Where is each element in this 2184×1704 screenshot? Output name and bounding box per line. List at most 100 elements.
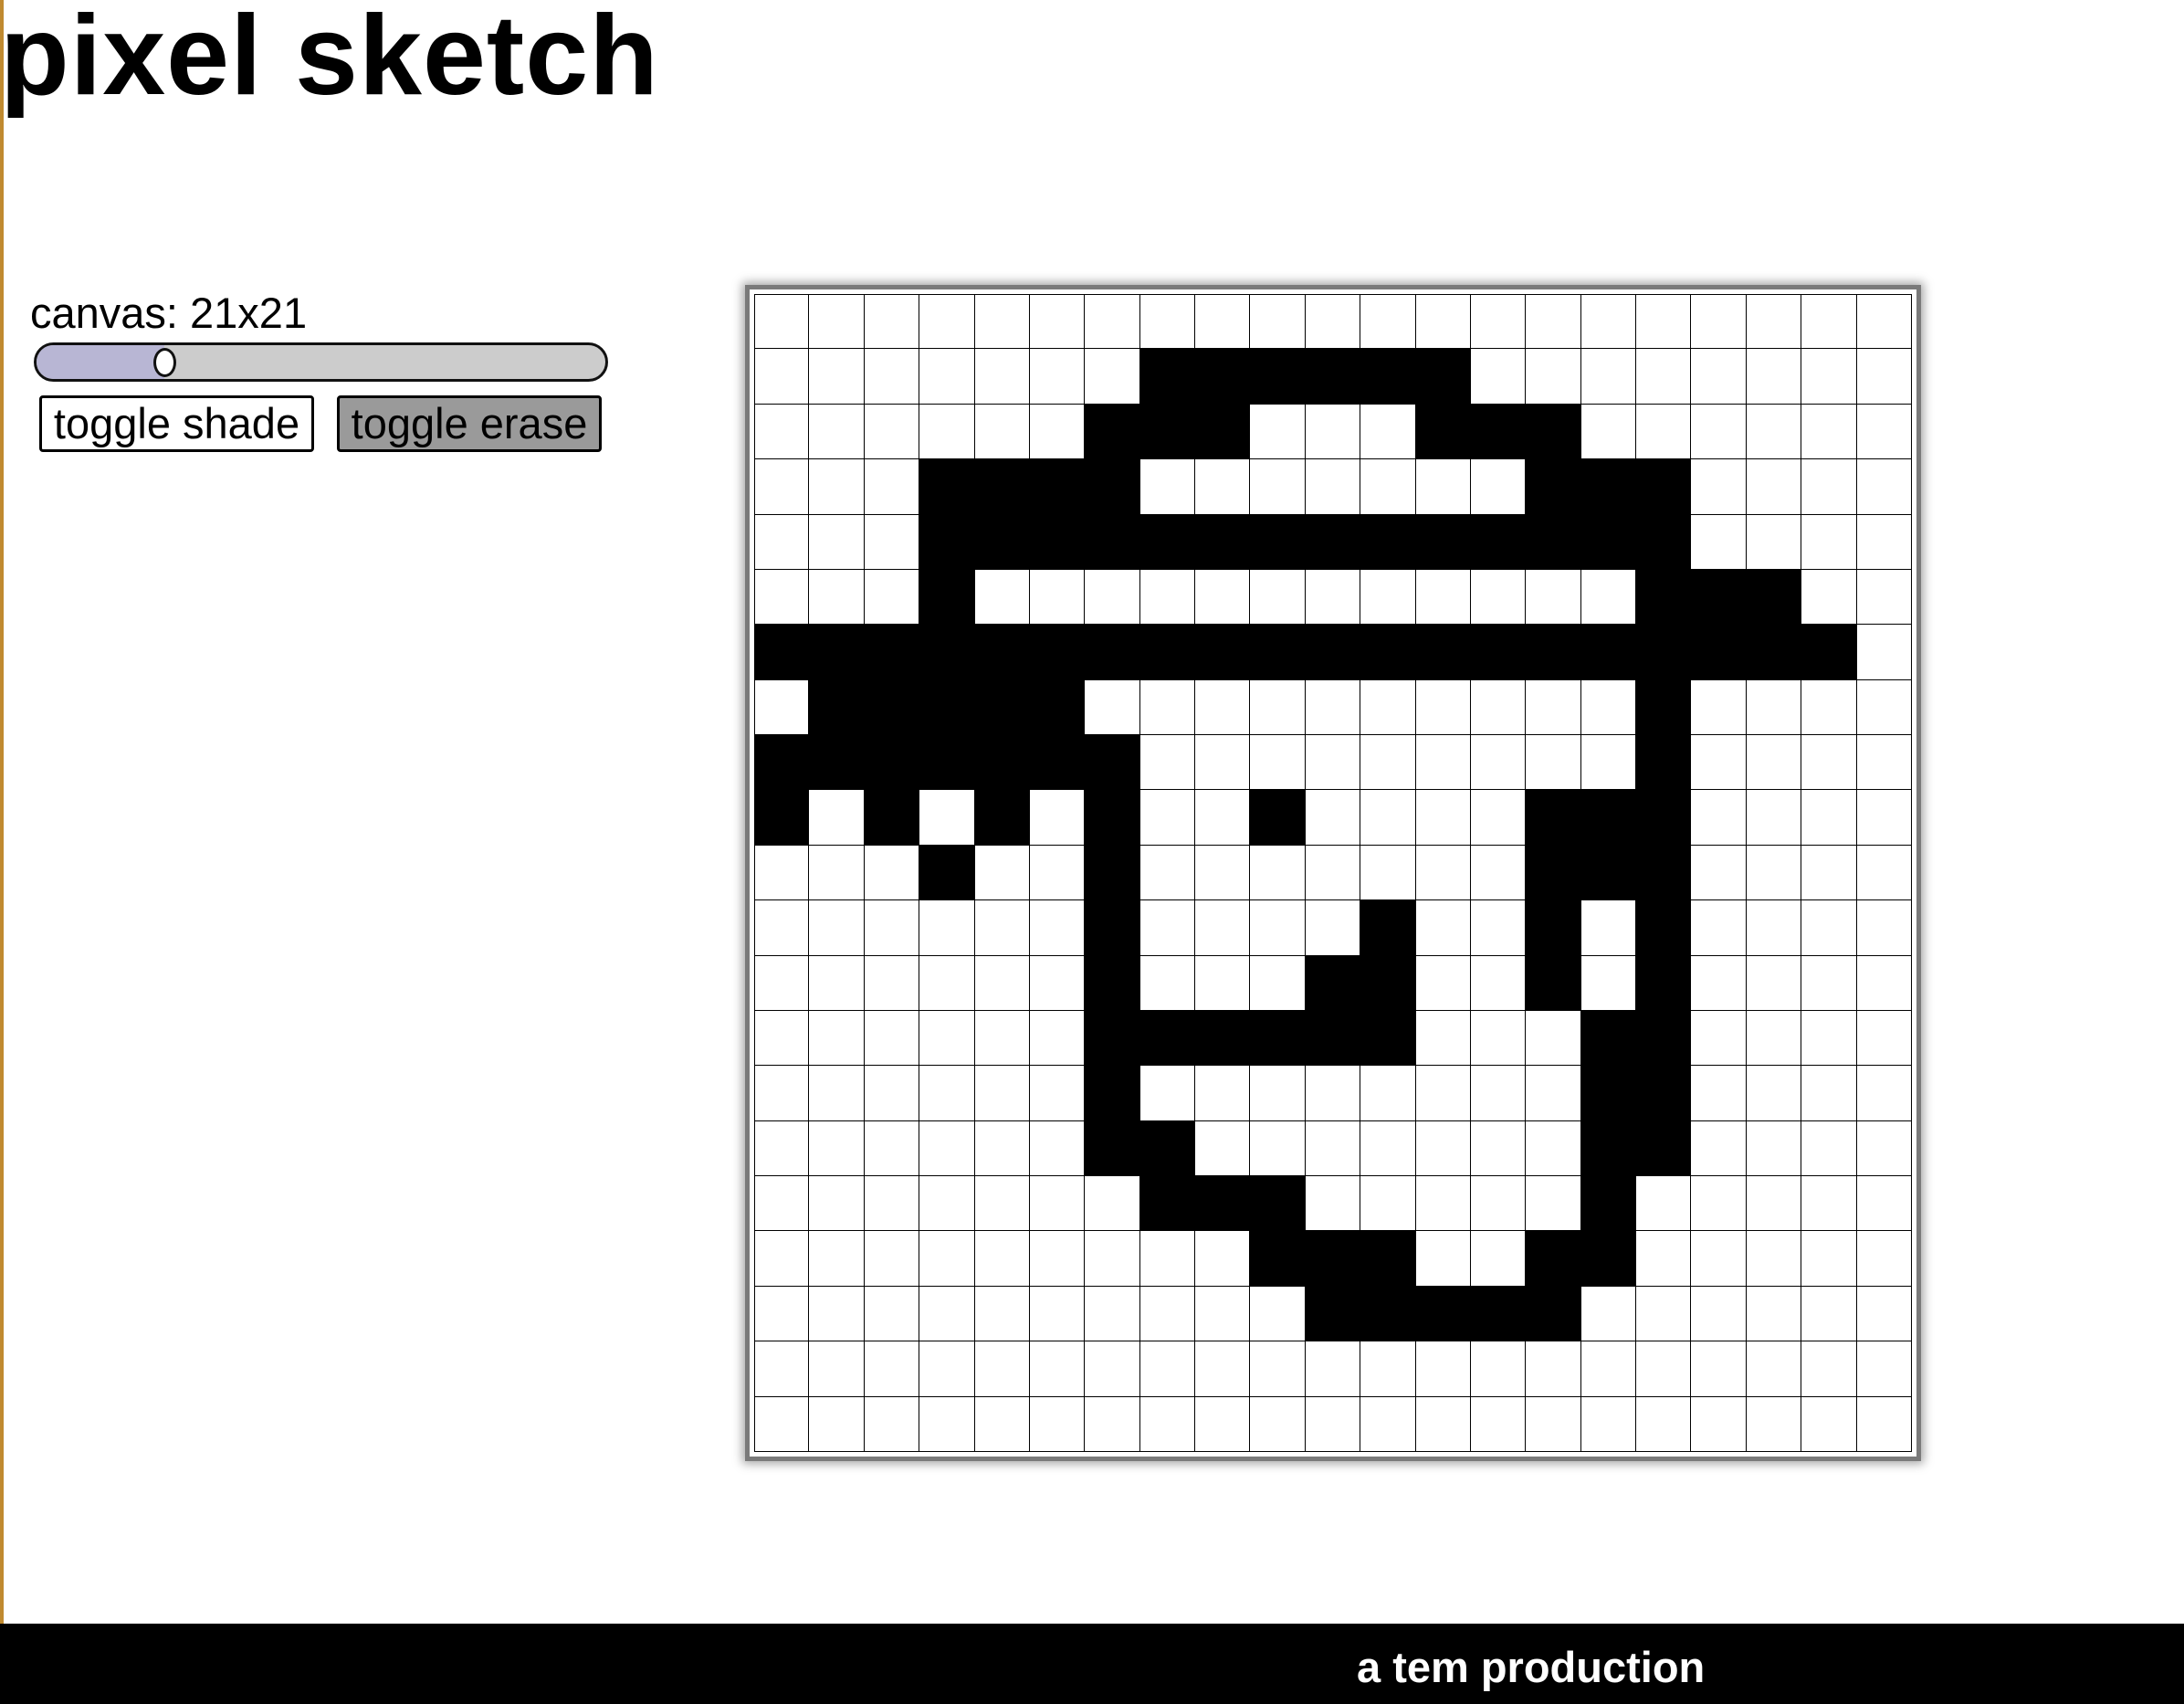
pixel-cell[interactable] [919, 735, 975, 791]
pixel-cell[interactable] [864, 1286, 920, 1342]
pixel-cell[interactable] [1305, 294, 1361, 350]
pixel-cell[interactable] [974, 1396, 1030, 1452]
pixel-cell[interactable] [1526, 1120, 1581, 1177]
pixel-cell[interactable] [1360, 294, 1416, 350]
pixel-cell[interactable] [1250, 735, 1306, 791]
pixel-cell[interactable] [864, 349, 920, 405]
pixel-cell[interactable] [1526, 1010, 1581, 1067]
pixel-cell[interactable] [754, 294, 810, 350]
pixel-cell[interactable] [864, 569, 920, 626]
pixel-cell[interactable] [1470, 514, 1527, 570]
pixel-cell[interactable] [1360, 1066, 1416, 1121]
pixel-cell[interactable] [1029, 1120, 1086, 1177]
pixel-cell[interactable] [1580, 294, 1637, 350]
pixel-cell[interactable] [1250, 1396, 1306, 1452]
pixel-cell[interactable] [1526, 349, 1581, 405]
pixel-cell[interactable] [1415, 735, 1471, 791]
pixel-cell[interactable] [974, 625, 1030, 680]
pixel-cell[interactable] [1470, 294, 1527, 350]
pixel-cell[interactable] [919, 294, 975, 350]
pixel-cell[interactable] [1470, 955, 1527, 1011]
pixel-cell[interactable] [1580, 735, 1637, 791]
pixel-cell[interactable] [974, 955, 1030, 1011]
pixel-cell[interactable] [1139, 1066, 1196, 1121]
pixel-cell[interactable] [1746, 1286, 1802, 1342]
pixel-cell[interactable] [1195, 955, 1251, 1011]
pixel-cell[interactable] [1029, 514, 1086, 570]
pixel-cell[interactable] [809, 845, 865, 901]
pixel-cell[interactable] [1801, 1066, 1857, 1121]
pixel-cell[interactable] [809, 1120, 865, 1177]
pixel-cell[interactable] [1085, 1396, 1140, 1452]
pixel-cell[interactable] [864, 845, 920, 901]
pixel-cell[interactable] [1415, 1066, 1471, 1121]
pixel-cell[interactable] [1856, 1231, 1912, 1287]
pixel-cell[interactable] [1801, 1341, 1857, 1397]
pixel-cell[interactable] [1746, 1010, 1802, 1067]
pixel-cell[interactable] [1691, 625, 1747, 680]
pixel-cell[interactable] [919, 900, 975, 956]
pixel-cell[interactable] [1746, 1231, 1802, 1287]
pixel-cell[interactable] [1415, 459, 1471, 515]
pixel-cell[interactable] [1526, 514, 1581, 570]
pixel-cell[interactable] [1305, 1231, 1361, 1287]
pixel-cell[interactable] [1580, 459, 1637, 515]
pixel-cell[interactable] [919, 955, 975, 1011]
pixel-cell[interactable] [1746, 955, 1802, 1011]
pixel-cell[interactable] [1801, 679, 1857, 736]
pixel-cell[interactable] [1250, 459, 1306, 515]
pixel-cell[interactable] [1415, 625, 1471, 680]
pixel-cell[interactable] [1139, 955, 1196, 1011]
pixel-cell[interactable] [1029, 1231, 1086, 1287]
pixel-cell[interactable] [974, 349, 1030, 405]
pixel-cell[interactable] [1305, 845, 1361, 901]
pixel-cell[interactable] [919, 679, 975, 736]
pixel-cell[interactable] [1580, 1396, 1637, 1452]
pixel-cell[interactable] [1526, 679, 1581, 736]
pixel-cell[interactable] [974, 845, 1030, 901]
pixel-cell[interactable] [1580, 1176, 1637, 1232]
pixel-cell[interactable] [754, 1066, 810, 1121]
pixel-cell[interactable] [1195, 459, 1251, 515]
pixel-cell[interactable] [1415, 514, 1471, 570]
pixel-cell[interactable] [1085, 845, 1140, 901]
pixel-cell[interactable] [1139, 1176, 1196, 1232]
pixel-cell[interactable] [1526, 1341, 1581, 1397]
pixel-cell[interactable] [1415, 955, 1471, 1011]
pixel-cell[interactable] [1801, 845, 1857, 901]
pixel-cell[interactable] [1746, 1176, 1802, 1232]
pixel-cell[interactable] [1470, 679, 1527, 736]
pixel-cell[interactable] [1691, 349, 1747, 405]
pixel-cell[interactable] [1691, 845, 1747, 901]
pixel-cell[interactable] [1250, 1120, 1306, 1177]
pixel-cell[interactable] [1856, 514, 1912, 570]
pixel-cell[interactable] [919, 845, 975, 901]
pixel-cell[interactable] [1139, 1341, 1196, 1397]
pixel-cell[interactable] [1746, 735, 1802, 791]
pixel-cell[interactable] [1250, 679, 1306, 736]
pixel-cell[interactable] [1360, 514, 1416, 570]
pixel-cell[interactable] [864, 735, 920, 791]
pixel-cell[interactable] [1139, 735, 1196, 791]
pixel-cell[interactable] [919, 1010, 975, 1067]
pixel-cell[interactable] [1195, 790, 1251, 846]
pixel-cell[interactable] [1139, 569, 1196, 626]
pixel-cell[interactable] [1195, 294, 1251, 350]
pixel-cell[interactable] [754, 845, 810, 901]
pixel-cell[interactable] [1415, 900, 1471, 956]
pixel-cell[interactable] [1305, 459, 1361, 515]
pixel-cell[interactable] [1139, 1396, 1196, 1452]
pixel-cell[interactable] [1746, 404, 1802, 460]
pixel-cell[interactable] [754, 1120, 810, 1177]
pixel-cell[interactable] [1801, 294, 1857, 350]
pixel-cell[interactable] [974, 790, 1030, 846]
pixel-cell[interactable] [1856, 569, 1912, 626]
pixel-cell[interactable] [1139, 1010, 1196, 1067]
pixel-cell[interactable] [1139, 459, 1196, 515]
pixel-cell[interactable] [1691, 1341, 1747, 1397]
pixel-cell[interactable] [1856, 790, 1912, 846]
pixel-cell[interactable] [809, 679, 865, 736]
pixel-cell[interactable] [1856, 955, 1912, 1011]
pixel-cell[interactable] [1360, 1396, 1416, 1452]
pixel-cell[interactable] [864, 1231, 920, 1287]
